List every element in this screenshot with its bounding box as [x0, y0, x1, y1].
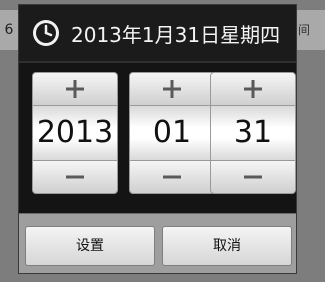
- minus-icon: [66, 175, 84, 179]
- year-increment-button[interactable]: [32, 72, 118, 106]
- year-value[interactable]: 2013: [32, 106, 118, 160]
- date-picker-dialog: 2013年1月31日星期四 2013 01 31 设置 取消: [18, 4, 297, 274]
- minus-icon: [163, 175, 181, 179]
- plus-icon: [163, 80, 181, 98]
- dialog-title: 2013年1月31日星期四: [71, 22, 281, 47]
- background-text-fragment-right: 间: [296, 10, 325, 50]
- minus-icon: [244, 175, 262, 179]
- plus-icon: [66, 80, 84, 98]
- day-increment-button[interactable]: [210, 72, 296, 106]
- year-decrement-button[interactable]: [32, 160, 118, 194]
- plus-icon: [244, 80, 262, 98]
- year-picker: 2013: [32, 72, 118, 194]
- month-picker: 01: [129, 72, 215, 194]
- day-value[interactable]: 31: [210, 106, 296, 160]
- set-button[interactable]: 设置: [25, 226, 155, 266]
- dialog-title-bar: 2013年1月31日星期四: [19, 5, 296, 61]
- dialog-button-bar: 设置 取消: [19, 213, 296, 273]
- month-decrement-button[interactable]: [129, 160, 215, 194]
- day-decrement-button[interactable]: [210, 160, 296, 194]
- cancel-button[interactable]: 取消: [162, 226, 292, 266]
- month-value[interactable]: 01: [129, 106, 215, 160]
- date-picker-spinners: 2013 01 31: [19, 63, 296, 213]
- month-increment-button[interactable]: [129, 72, 215, 106]
- background-text-fragment-left: 6: [0, 10, 18, 50]
- day-picker: 31: [210, 72, 296, 194]
- clock-icon: [33, 20, 59, 46]
